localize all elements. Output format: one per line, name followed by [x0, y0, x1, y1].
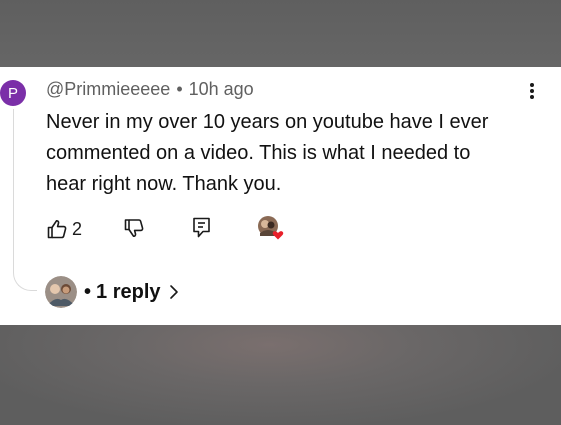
- like-count: 2: [72, 219, 83, 239]
- meta-separator: •: [176, 79, 183, 99]
- chevron-right-icon[interactable]: [168, 282, 180, 302]
- comment-meta: @Primmieeeee • 10h ago: [46, 79, 254, 100]
- comment-timestamp[interactable]: 10h ago: [189, 79, 254, 99]
- replies-count-label[interactable]: 1 reply: [96, 281, 160, 304]
- creator-heart-icon[interactable]: [257, 215, 287, 241]
- video-background-bottom: [0, 325, 561, 425]
- video-background-top: [0, 0, 561, 67]
- replies-separator: •: [84, 280, 92, 303]
- thumbs-up-icon[interactable]: [46, 218, 68, 240]
- avatar-letter: P: [7, 84, 18, 102]
- comment-text-line: commented on a video. This is what I nee…: [46, 142, 471, 164]
- comment-username[interactable]: @Primmieeeee: [46, 79, 170, 99]
- comment-text-line: Never in my over 10 years on youtube hav…: [46, 111, 489, 133]
- thread-connector-line: [13, 109, 37, 291]
- reply-avatar: [45, 276, 77, 308]
- comment-text-line: hear right now. Thank you.: [46, 173, 282, 195]
- commenter-avatar[interactable]: P: [0, 80, 26, 106]
- thumbs-down-icon[interactable]: [123, 217, 145, 239]
- more-vertical-icon[interactable]: [522, 81, 542, 103]
- comment-card: P @Primmieeeee • 10h ago Never in my over …: [0, 67, 561, 325]
- reply-comment-icon[interactable]: [191, 216, 213, 240]
- view-replies-button[interactable]: • 1 reply: [45, 275, 180, 309]
- comment-text: Never in my over 10 years on youtube hav…: [46, 107, 546, 200]
